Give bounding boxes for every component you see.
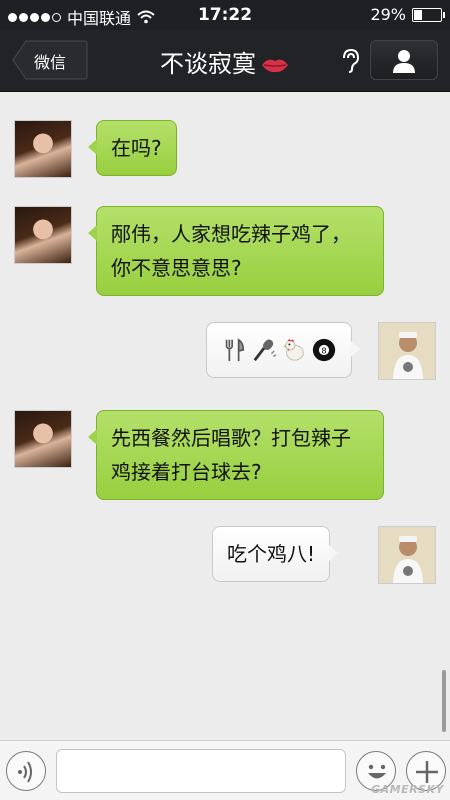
message-text: 先西餐然后唱歌？打包辣子鸡接着打台球去? xyxy=(111,426,351,484)
emoji-row: 8 xyxy=(221,333,337,367)
contact-avatar[interactable] xyxy=(14,410,72,468)
voice-input-button[interactable] xyxy=(6,751,46,791)
lips-emoji-icon xyxy=(262,59,288,73)
person-icon xyxy=(393,50,415,73)
svg-text:8: 8 xyxy=(321,346,326,356)
status-bar: 中国联通 17:22 29% xyxy=(0,0,450,30)
contact-avatar[interactable] xyxy=(14,120,72,178)
outgoing-message-bubble[interactable]: 吃个鸡八! xyxy=(212,526,339,582)
rooster-icon xyxy=(282,339,304,361)
billiard-8-ball-icon: 8 xyxy=(312,338,336,362)
message-text: 邴伟，人家想吃辣子鸡了，你不意思意思? xyxy=(111,222,351,280)
scrollbar[interactable] xyxy=(442,670,446,732)
my-avatar[interactable] xyxy=(378,322,436,380)
message-text: 在吗? xyxy=(111,136,162,160)
battery-icon xyxy=(412,7,445,22)
message-text-input[interactable] xyxy=(56,749,346,793)
outgoing-message-bubble[interactable]: 8 xyxy=(206,322,360,378)
chat-profile-button[interactable] xyxy=(370,40,438,80)
avatar-photo xyxy=(379,527,435,583)
contact-avatar[interactable] xyxy=(14,206,72,264)
incoming-message-bubble[interactable]: 先西餐然后唱歌？打包辣子鸡接着打台球去? xyxy=(88,410,384,500)
microphone-icon xyxy=(253,339,277,362)
my-avatar[interactable] xyxy=(378,526,436,584)
battery-percentage: 29% xyxy=(370,5,406,24)
watermark: GAMERSKY xyxy=(371,783,444,796)
message-list[interactable]: 在吗? 邴伟，人家想吃辣子鸡了，你不意思意思? 8 先西餐然后唱歌？打包辣子鸡接… xyxy=(0,92,450,740)
incoming-message-bubble[interactable]: 在吗? xyxy=(88,120,177,176)
earpiece-mode-icon[interactable] xyxy=(340,48,362,74)
chat-title-text: 不谈寂寞 xyxy=(160,50,256,78)
avatar-photo xyxy=(379,323,435,379)
chat-header: 微信 不谈寂寞 xyxy=(0,30,450,92)
incoming-message-bubble[interactable]: 邴伟，人家想吃辣子鸡了，你不意思意思? xyxy=(88,206,384,296)
message-text: 吃个鸡八! xyxy=(227,542,316,566)
fork-knife-icon xyxy=(225,338,245,362)
voice-icon xyxy=(18,761,32,783)
message-input-bar: GAMERSKY xyxy=(0,740,450,800)
